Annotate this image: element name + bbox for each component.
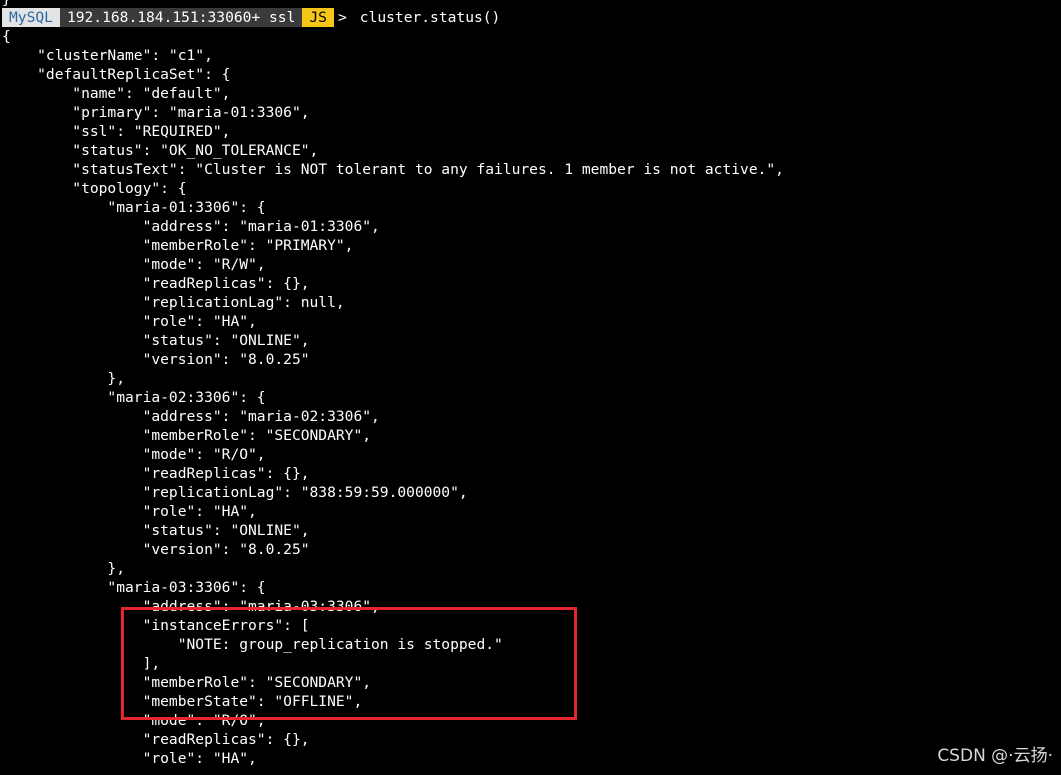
output-line: "readReplicas": {}, <box>2 465 310 482</box>
output-line: "address": "maria-02:3306", <box>2 408 380 425</box>
output-line: }, <box>2 370 126 387</box>
output-line: "topology": { <box>2 180 187 197</box>
output-line: "maria-01:3306": { <box>2 199 266 216</box>
shell-prompt: MySQL 192.168.184.151:33060+ ssl JS > cl… <box>2 8 507 27</box>
output-line: "role": "HA", <box>2 750 257 767</box>
output-line: "maria-03:3306": { <box>2 579 266 596</box>
host-segment: 192.168.184.151:33060+ ssl <box>59 8 303 27</box>
output-line: "memberRole": "SECONDARY", <box>2 427 372 444</box>
output-line: "version": "8.0.25" <box>2 351 310 368</box>
output-line: "readReplicas": {}, <box>2 731 310 748</box>
command-text[interactable]: cluster.status() <box>354 8 508 27</box>
output-line: "memberRole": "PRIMARY", <box>2 237 354 254</box>
output-line: "name": "default", <box>2 85 231 102</box>
output-line: "address": "maria-01:3306", <box>2 218 380 235</box>
output-line: "statusText": "Cluster is NOT tolerant t… <box>2 161 784 178</box>
mysql-mode-segment: MySQL <box>2 8 60 27</box>
output-line: "mode": "R/W", <box>2 256 266 273</box>
output-line: }, <box>2 560 126 577</box>
output-line: "ssl": "REQUIRED", <box>2 123 231 140</box>
prompt-caret: > <box>337 9 347 26</box>
output-line: "primary": "maria-01:3306", <box>2 104 310 121</box>
output-line: "replicationLag": null, <box>2 294 345 311</box>
watermark: CSDN @·云扬· <box>937 746 1053 766</box>
output-line: "readReplicas": {}, <box>2 275 310 292</box>
output-line: "status": "OK_NO_TOLERANCE", <box>2 142 319 159</box>
output-line: "maria-02:3306": { <box>2 389 266 406</box>
output-line: "role": "HA", <box>2 313 257 330</box>
output-line: "mode": "R/O", <box>2 446 266 463</box>
output-line: "version": "8.0.25" <box>2 541 310 558</box>
output-line: "replicationLag": "838:59:59.000000", <box>2 484 468 501</box>
output-line: "clusterName": "c1", <box>2 47 213 64</box>
output-line: { <box>2 28 11 45</box>
output-line: "status": "ONLINE", <box>2 522 310 539</box>
output-line: "defaultReplicaSet": { <box>2 66 231 83</box>
output-line: "role": "HA", <box>2 503 257 520</box>
js-mode-segment: JS <box>302 8 334 27</box>
error-highlight-box <box>121 607 577 720</box>
output-line: "status": "ONLINE", <box>2 332 310 349</box>
